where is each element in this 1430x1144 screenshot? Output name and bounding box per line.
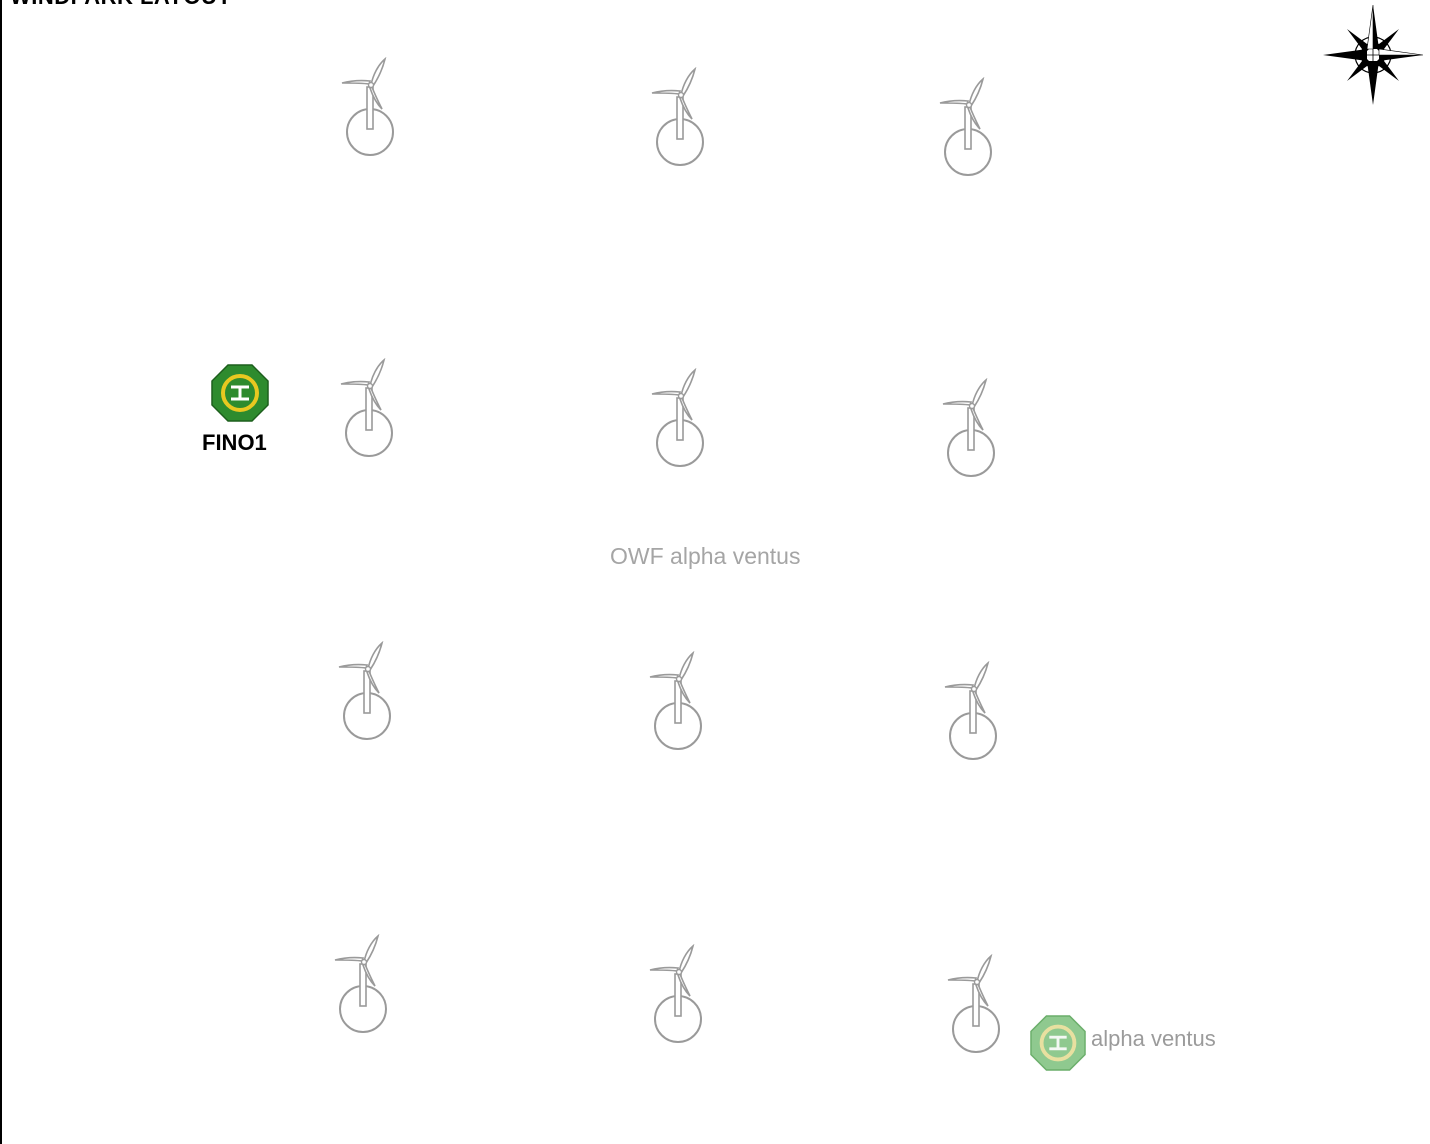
fino1-label: FINO1 [202, 430, 267, 455]
wind-turbine-icon[interactable] [938, 77, 998, 177]
wind-turbine-icon[interactable] [337, 641, 397, 741]
wind-turbine-icon[interactable] [941, 378, 1001, 478]
wind-turbine-icon[interactable] [650, 368, 710, 468]
wind-turbine-icon[interactable] [648, 651, 708, 751]
map-title: WINDPARK LAYOUT [10, 0, 231, 10]
wind-turbine-icon[interactable] [650, 67, 710, 167]
wind-turbine-icon[interactable] [340, 57, 400, 157]
owf-area-label: OWF alpha ventus [610, 543, 801, 569]
wind-turbine-icon[interactable] [943, 661, 1003, 761]
wind-turbine-icon[interactable] [333, 934, 393, 1034]
map-frame-border [0, 0, 2, 1144]
alpha-ventus-helipad-icon[interactable] [1030, 1015, 1086, 1071]
alpha-ventus-label: alpha ventus [1091, 1026, 1216, 1051]
wind-turbine-icon[interactable] [648, 944, 708, 1044]
wind-turbine-icon[interactable] [339, 358, 399, 458]
compass-rose-icon [1323, 4, 1423, 105]
fino1-helipad-icon[interactable] [211, 364, 269, 422]
windpark-map[interactable]: WINDPARK LAYOUT FINO1 a [0, 0, 1430, 1144]
wind-turbine-icon[interactable] [946, 954, 1006, 1054]
